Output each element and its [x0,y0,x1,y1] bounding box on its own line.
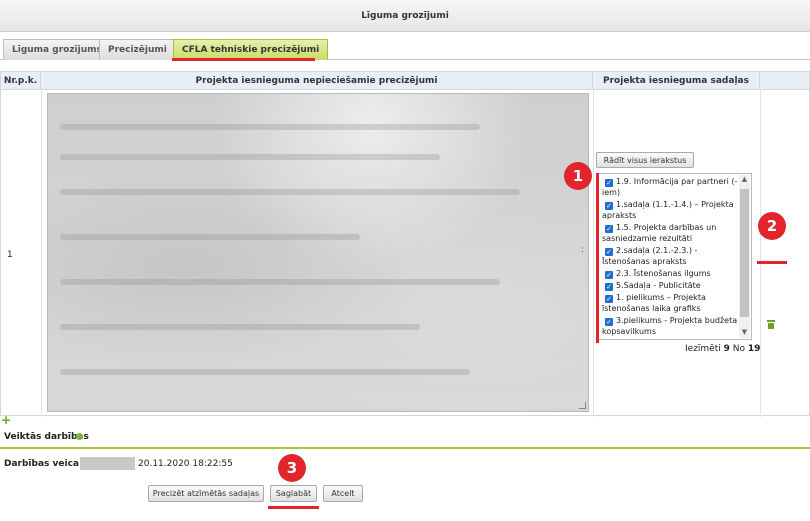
section-item[interactable]: ✓ 5.Sadaļa - Publicitāte [602,280,738,291]
performed-by-label: Darbības veica [4,459,79,469]
row-number: 1 [7,250,13,260]
header-nr: Nr.p.k. [1,72,41,90]
annotation-marker-3: 3 [278,454,306,482]
section-item[interactable]: ✓ 2.3. Īstenošanas ilgums [602,268,738,279]
cancel-button[interactable]: Atcelt [323,485,363,502]
blurred-line [60,234,360,240]
column-divider [593,90,594,417]
annotation-marker-1: 1 [564,162,592,190]
tab-cfla-tehniskie-precizejumi[interactable]: CFLA tehniskie precizējumi [173,39,329,60]
active-tab-highlight [172,58,315,61]
resize-handle[interactable] [579,402,586,409]
header-actions [760,72,809,90]
checkbox-icon[interactable]: ✓ [605,202,613,210]
checkbox-icon[interactable]: ✓ [605,295,613,303]
checkbox-icon[interactable]: ✓ [605,271,613,279]
plus-icon[interactable]: + [1,413,11,427]
blurred-line [60,189,520,195]
column-divider [760,90,761,417]
scroll-up-icon[interactable]: ▲ [740,175,749,185]
trash-icon[interactable] [767,320,775,329]
sections-scrollbar[interactable]: ▲ ▼ [739,175,750,338]
annotation-underline [757,261,787,264]
blurred-line [60,279,500,285]
section-divider [0,447,810,449]
header-sadalas: Projekta iesnieguma sadaļas [593,72,760,90]
precizejumi-textarea[interactable] [47,93,589,412]
column-divider [41,90,42,417]
section-item[interactable]: ✓ 1.9. Informācija par partneri (-iem) [602,176,738,198]
scroll-down-icon[interactable]: ▼ [740,328,749,338]
precizejumi-table: Nr.p.k. Projekta iesnieguma nepieciešami… [0,71,810,417]
performed-by-value [80,457,135,470]
sections-list[interactable]: ✓ 1.9. Informācija par partneri (-iem) ✓ 1… [598,173,752,340]
blurred-content [48,94,588,411]
header-precizejumi: Projekta iesnieguma nepieciešamie preciz… [41,72,593,90]
tab-precizejumi[interactable]: Precizējumi [99,39,176,60]
blurred-line [60,124,480,130]
status-dot-icon [76,433,83,440]
annotation-bar [596,173,599,343]
blurred-line [60,369,470,375]
annotation-marker-2: 2 [758,212,786,240]
window-title: Līguma grozījumi [0,0,810,32]
section-item[interactable]: ✓ 1. pielikums – Projekta īstenošanas lai… [602,292,738,314]
scroll-thumb[interactable] [740,189,749,317]
blurred-line [60,154,440,160]
section-item[interactable]: ✓ 1.sadaļa (1.1.-1.4.) – Projekta aprakst… [602,199,738,221]
section-item[interactable]: ✓ 1.5. Projekta darbības un sasniedzamie … [602,222,738,244]
show-all-button[interactable]: Rādīt visus ierakstus [596,152,694,168]
tab-bar: Līguma grozījums Precizējumi CFLA tehnis… [0,39,810,60]
checkbox-icon[interactable]: ✓ [605,248,613,256]
checkbox-icon[interactable]: ✓ [605,225,613,233]
blurred-line [60,324,420,330]
checkbox-icon[interactable]: ✓ [605,283,613,291]
save-button[interactable]: Saglabāt [270,485,317,502]
annotation-underline [268,506,319,509]
colon-marker: : [581,245,585,255]
section-item[interactable]: ✓ 3.pielikums - Projekta budžeta kopsavil… [602,315,738,337]
tab-liguma-grozijums[interactable]: Līguma grozījums [3,39,111,60]
selection-count: Iezīmēti 9 No 19 [685,344,761,354]
action-datetime: 20.11.2020 18:22:55 [138,459,233,469]
checkbox-icon[interactable]: ✓ [605,318,613,326]
refine-sections-button[interactable]: Precizēt atzīmētās sadaļas [148,485,264,502]
checkbox-icon[interactable]: ✓ [605,179,613,187]
section-item[interactable]: ✓ 2.sadaļa (2.1.-2.3.) - Īstenošanas apra… [602,245,738,267]
